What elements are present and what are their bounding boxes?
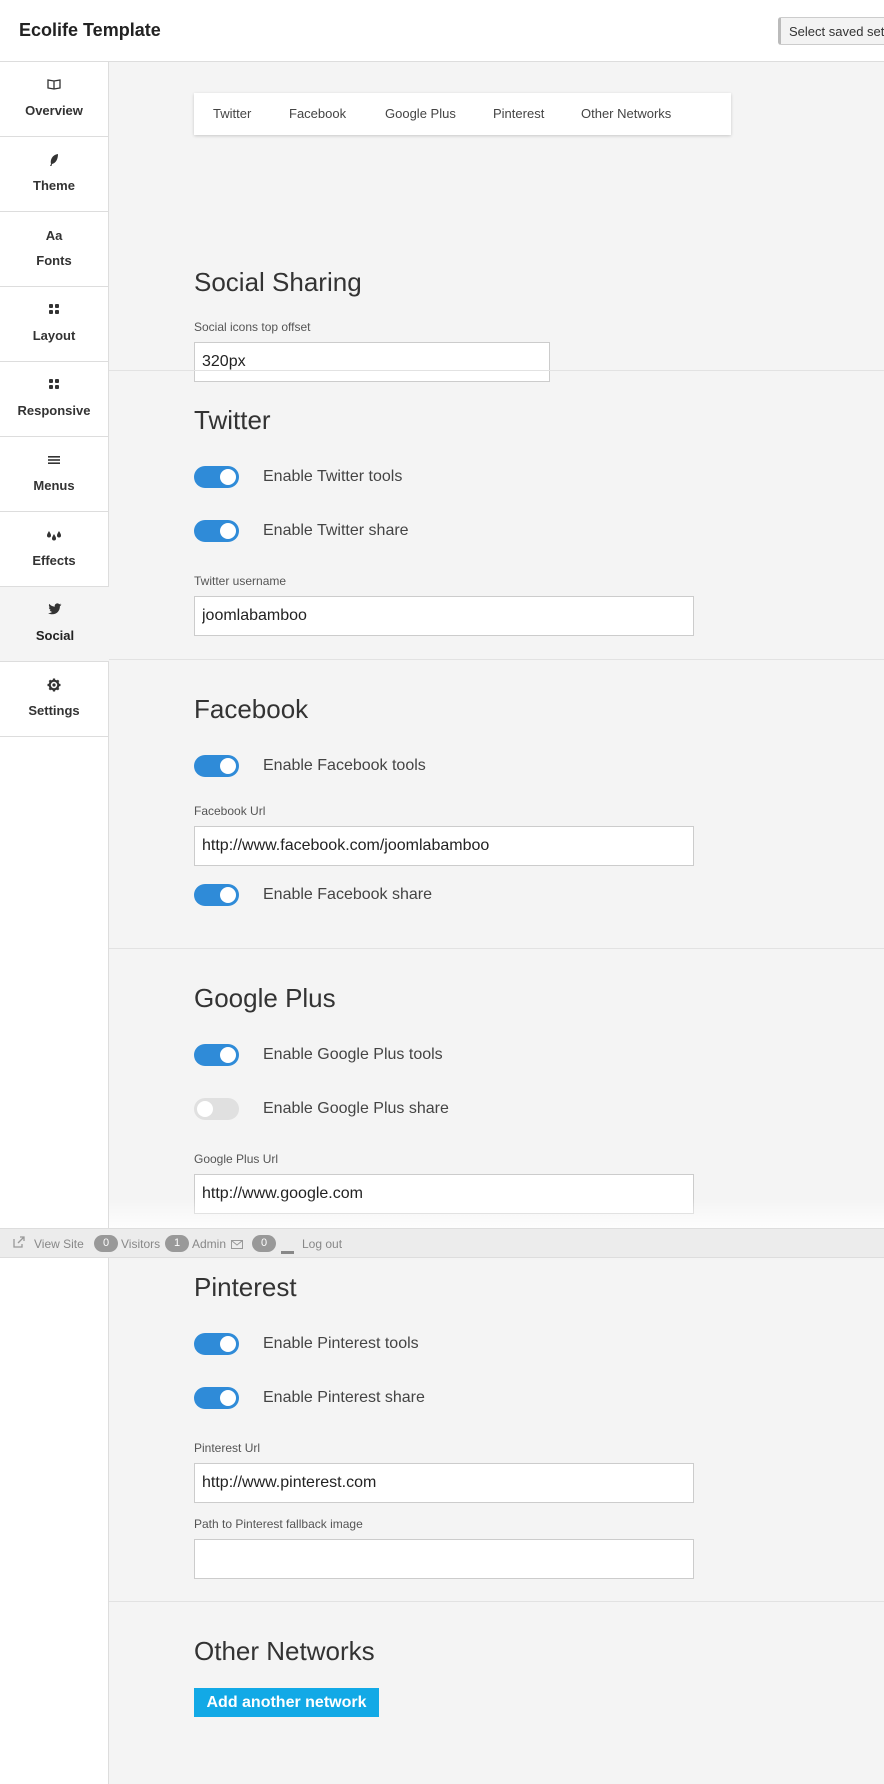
feather-icon (0, 153, 108, 169)
pinterest-tools-toggle[interactable] (194, 1333, 239, 1355)
section-tabs: Twitter Facebook Google Plus Pinterest O… (194, 93, 731, 135)
toggle-label: Enable Twitter share (263, 522, 409, 539)
twitter-share-toggle[interactable] (194, 520, 239, 542)
sidebar-item-effects[interactable]: Effects (0, 512, 108, 587)
tab-facebook[interactable]: Facebook (289, 106, 346, 121)
sidebar-item-label: Responsive (17, 403, 91, 418)
google-plus-url-label: Google Plus Url (194, 1152, 279, 1166)
section-title: Facebook (194, 694, 309, 724)
gear-icon (0, 678, 108, 694)
messages-count-badge: 0 (252, 1235, 276, 1252)
pinterest-fallback-input[interactable] (194, 1539, 694, 1579)
toggle-label: Enable Google Plus tools (263, 1046, 443, 1063)
sidebar: Overview Theme Aa Fonts Layout Responsiv… (0, 62, 110, 1784)
sidebar-item-label: Menus (33, 478, 75, 493)
scroll-fade (109, 1198, 884, 1228)
tab-pinterest[interactable]: Pinterest (493, 106, 544, 121)
sidebar-item-settings[interactable]: Settings (0, 662, 108, 737)
toggle-label: Enable Pinterest tools (263, 1335, 419, 1352)
add-network-button[interactable]: Add another network (194, 1688, 379, 1717)
book-icon (0, 78, 108, 94)
sidebar-item-responsive[interactable]: Responsive (0, 362, 108, 437)
toggle-label: Enable Facebook tools (263, 757, 426, 774)
section-title: Social Sharing (194, 267, 362, 297)
facebook-section: Facebook Enable Facebook tools Facebook … (109, 659, 884, 948)
twitter-username-label: Twitter username (194, 574, 287, 588)
main-content: Twitter Facebook Google Plus Pinterest O… (109, 62, 884, 1784)
sidebar-item-fonts[interactable]: Aa Fonts (0, 212, 108, 287)
facebook-share-toggle[interactable] (194, 884, 239, 906)
other-networks-section: Other Networks Add another network (109, 1601, 884, 1784)
tab-google-plus[interactable]: Google Plus (385, 106, 456, 121)
sidebar-item-overview[interactable]: Overview (0, 62, 108, 137)
pinterest-url-input[interactable] (194, 1463, 694, 1503)
admin-status-bar: View Site 0 Visitors 1 Admin 0 Log out (0, 1228, 884, 1258)
google-plus-tools-toggle[interactable] (194, 1044, 239, 1066)
visitors-label[interactable]: Visitors (121, 1237, 160, 1251)
font-icon: Aa (45, 228, 63, 243)
pinterest-section: Pinterest Enable Pinterest tools Enable … (109, 1258, 884, 1618)
pinterest-fallback-label: Path to Pinterest fallback image (194, 1517, 363, 1531)
toggle-label: Enable Twitter tools (263, 468, 403, 485)
grid-icon (0, 378, 108, 394)
toggle-label: Enable Pinterest share (263, 1389, 425, 1406)
admin-count-badge: 1 (165, 1235, 189, 1252)
google-plus-share-toggle[interactable] (194, 1098, 239, 1120)
external-link-icon (13, 1236, 26, 1251)
sidebar-item-label: Effects (32, 553, 76, 568)
logout-link[interactable]: Log out (302, 1237, 342, 1251)
pinterest-share-toggle[interactable] (194, 1387, 239, 1409)
facebook-url-label: Facebook Url (194, 804, 266, 818)
tab-other-networks[interactable]: Other Networks (581, 106, 671, 121)
grid-icon (0, 303, 108, 319)
toggle-label: Enable Google Plus share (263, 1100, 449, 1117)
drops-icon (0, 528, 108, 544)
sidebar-item-layout[interactable]: Layout (0, 287, 108, 362)
sidebar-item-label: Theme (33, 178, 75, 193)
pinterest-url-label: Pinterest Url (194, 1441, 261, 1455)
twitter-icon (0, 603, 110, 619)
section-title: Twitter (194, 405, 271, 435)
sidebar-item-label: Social (35, 628, 75, 643)
twitter-username-input[interactable] (194, 596, 694, 636)
sidebar-item-label: Layout (32, 328, 76, 343)
envelope-icon[interactable] (231, 1238, 243, 1252)
sidebar-item-label: Overview (25, 103, 83, 118)
sidebar-item-label: Fonts (36, 253, 72, 268)
offset-label: Social icons top offset (194, 320, 311, 334)
section-title: Other Networks (194, 1636, 375, 1666)
view-site-link[interactable]: View Site (34, 1237, 84, 1251)
google-plus-section: Google Plus Enable Google Plus tools Ena… (109, 948, 884, 1228)
section-title: Google Plus (194, 983, 336, 1013)
admin-label[interactable]: Admin (192, 1237, 226, 1251)
visitors-count-badge: 0 (94, 1235, 118, 1252)
twitter-tools-toggle[interactable] (194, 466, 239, 488)
header: Ecolife Template Select saved settings (0, 0, 884, 62)
section-title: Pinterest (194, 1272, 297, 1302)
saved-settings-select[interactable]: Select saved settings (778, 17, 884, 45)
minus-icon (281, 1243, 294, 1257)
twitter-section: Twitter Enable Twitter tools Enable Twit… (109, 370, 884, 659)
facebook-tools-toggle[interactable] (194, 755, 239, 777)
menu-icon (0, 453, 108, 469)
facebook-url-input[interactable] (194, 826, 694, 866)
toggle-label: Enable Facebook share (263, 886, 432, 903)
tab-twitter[interactable]: Twitter (213, 106, 251, 121)
sidebar-item-label: Settings (28, 703, 80, 718)
sidebar-item-menus[interactable]: Menus (0, 437, 108, 512)
app-title: Ecolife Template (19, 20, 161, 40)
sidebar-item-social[interactable]: Social (0, 587, 110, 662)
sidebar-item-theme[interactable]: Theme (0, 137, 108, 212)
